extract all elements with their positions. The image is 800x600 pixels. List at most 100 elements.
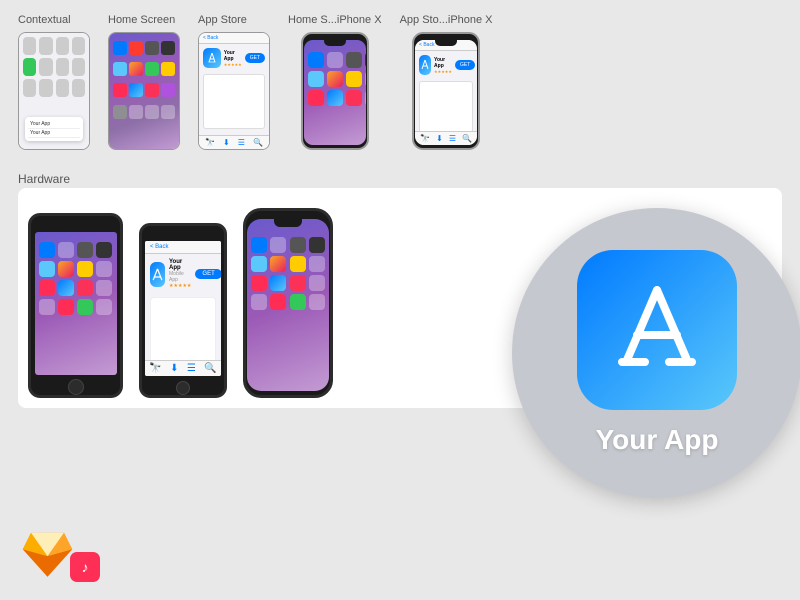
as-x-toolbar: 🔭 ⬇ ☰ 🔍 [415, 131, 477, 145]
hs-maps [145, 62, 159, 76]
as-x-tb-2: ⬇ [436, 134, 443, 143]
ctx-icon-5 [72, 58, 85, 76]
bhs-x-gold [346, 71, 362, 87]
big-as-back: < Back [150, 244, 169, 250]
ctx-icon-mail [23, 37, 36, 55]
big-hs-music [77, 280, 93, 296]
hardware-label: Hardware [18, 172, 70, 186]
bhs-x-mail [308, 52, 324, 68]
app-icon-large [577, 250, 737, 410]
contextual-screen: Your App Your App [19, 33, 89, 149]
ctx-icon-cam [56, 37, 69, 55]
as-x-content: Your App ★★★★★ GET [415, 51, 477, 140]
iphone-x-home [243, 208, 333, 398]
x-hs-3 [309, 275, 325, 291]
big-hs-green [77, 299, 93, 315]
as-x-icon [419, 55, 431, 75]
hs-purple [161, 83, 175, 97]
home-screen-x-label: Home S...iPhone X [288, 14, 382, 26]
big-as-stars: ★★★★★ [169, 283, 191, 289]
hs-weather [113, 62, 127, 76]
as-toolbar: 🔭 ⬇ ☰ 🔍 [199, 135, 269, 149]
big-as-tb-1: 🔭 [149, 363, 161, 374]
home-screen [109, 33, 179, 149]
app-store-phone: < Back Your App ★★★★★ [198, 32, 270, 150]
hs-pink [113, 83, 127, 97]
bhs-x-cam [346, 52, 362, 68]
big-hs-mail [39, 242, 55, 258]
contextual-group: Contextual [18, 14, 90, 150]
as-tb-icon-2: ⬇ [223, 138, 230, 147]
big-hs-cam [77, 242, 93, 258]
big-hs-gold [77, 261, 93, 277]
app-store-group: App Store < Back Your A [198, 14, 270, 150]
big-hs-photos [58, 261, 74, 277]
top-notch [324, 40, 346, 46]
hs-cal [129, 41, 143, 55]
as-header: < Back [199, 33, 269, 44]
as-get-button[interactable]: GET [245, 53, 265, 63]
as-x-name: Your App [434, 57, 452, 69]
ctx-menu-item-2: Your App [28, 129, 80, 138]
ctx-icon-8 [56, 79, 69, 97]
app-store-icon-svg [607, 280, 707, 380]
hs-settings [113, 105, 127, 119]
x-hs-clock [309, 237, 325, 253]
as-tb-icon-4: 🔍 [253, 138, 263, 147]
big-hs-store [58, 280, 74, 296]
big-hs-weather [39, 261, 55, 277]
bhs-x-photos [327, 71, 343, 87]
bhs-x-clock [365, 52, 366, 68]
big-hs-clock [96, 242, 112, 258]
big-hs-heart [58, 299, 74, 315]
big-iphone-home-screen [35, 232, 117, 375]
big-as-name: Your App [169, 259, 191, 271]
iphone-x-screen [247, 219, 329, 391]
contextual-label: Contextual [18, 14, 71, 26]
app-icon-overlay: Your App [512, 208, 800, 498]
home-screen-group: Home Screen [108, 14, 180, 150]
bhs-x-pink [308, 90, 324, 106]
big-hs-grid-1 [35, 232, 117, 319]
x-hs-5 [309, 294, 325, 310]
top-section: Contextual [0, 0, 800, 160]
music-icon-overlay: ♪ [70, 552, 100, 582]
big-hs-1 [58, 242, 74, 258]
big-as-app-row: Your App Mobile App ★★★★★ GET [145, 254, 221, 294]
as-screenshot [203, 74, 265, 129]
big-as-info: Your App Mobile App ★★★★★ [169, 259, 191, 289]
home-screen-x-phone [301, 32, 369, 150]
hardware-phones-container: < Back Your App Mobile App ★★★★★ GET [18, 188, 782, 408]
big-hs-pink [39, 280, 55, 296]
x-hs-gold [290, 256, 306, 272]
as-x-get[interactable]: GET [455, 60, 475, 70]
app-store-screen: < Back Your App ★★★★★ [199, 33, 269, 149]
hs-store [129, 83, 143, 97]
x-hs-store [270, 275, 286, 291]
iphone-x-notch [274, 219, 302, 227]
app-store-label: App Store [198, 14, 247, 26]
x-hs-pink [251, 275, 267, 291]
ctx-icon-1 [72, 37, 85, 55]
x-hs-cam [290, 237, 306, 253]
big-phone-home-btn [68, 379, 84, 395]
home-screen-x-screen [304, 40, 366, 145]
x-hs-photos [270, 256, 286, 272]
big-hs-grid-x [247, 219, 329, 314]
app-name-label: Your App [596, 424, 719, 456]
ctx-icon-2 [23, 58, 36, 76]
big-as-tb-3: ☰ [187, 363, 196, 374]
hs-music [145, 83, 159, 97]
as-stars: ★★★★★ [224, 62, 242, 67]
as-tb-icon-1: 🔭 [205, 138, 215, 147]
as-back-btn: < Back [203, 35, 218, 41]
big-as-get[interactable]: GET [195, 269, 221, 279]
hs-photos [129, 62, 143, 76]
as-x-stars: ★★★★★ [434, 69, 452, 74]
ctx-icon-3 [39, 58, 52, 76]
big-as-header: < Back [145, 241, 221, 254]
ctx-menu-item-1: Your App [28, 120, 80, 129]
ctx-icon-cal [39, 37, 52, 55]
as-x-screenshot [419, 81, 473, 136]
x-hs-1 [270, 237, 286, 253]
